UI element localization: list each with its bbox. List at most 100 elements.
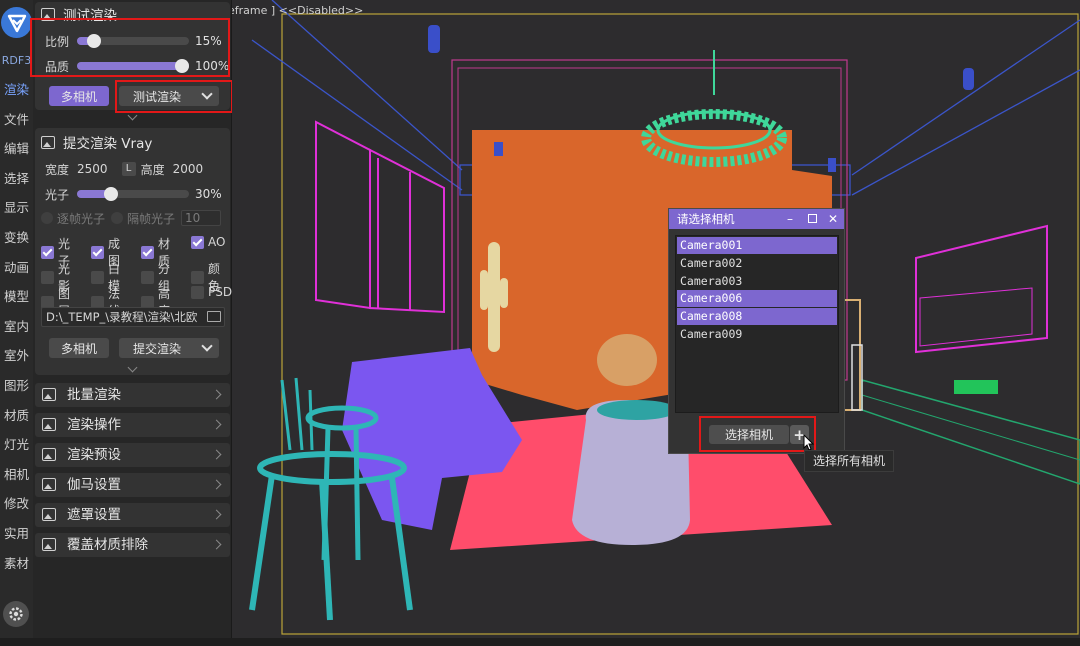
photon-slider-knob[interactable] <box>103 187 118 201</box>
collapsed-section-4[interactable]: 遮罩设置 <box>35 503 230 527</box>
checkbox-label: PSD <box>208 285 233 299</box>
vertical-tab-13[interactable]: 相机 <box>0 462 33 488</box>
render-panel: 测试渲染 比例 15% 品质 100% 多相机 测试渲染 提交渲染 Vray 宽… <box>30 0 233 638</box>
test-render-header[interactable]: 测试渲染 <box>41 3 117 25</box>
image-icon <box>41 135 55 149</box>
image-icon <box>41 7 55 21</box>
chevron-down-icon <box>201 340 213 352</box>
aspect-lock-toggle[interactable]: L <box>121 162 136 176</box>
camera-list-item[interactable]: Camera008 <box>677 308 837 326</box>
checkbox[interactable] <box>91 245 104 259</box>
vertical-tab-2[interactable]: 编辑 <box>0 136 33 162</box>
collapsed-section-title: 渲染预设 <box>67 447 121 463</box>
vertical-tab-9[interactable]: 室外 <box>0 343 33 369</box>
checkbox[interactable] <box>191 285 204 299</box>
vertical-tab-4[interactable]: 显示 <box>0 195 33 221</box>
radio-skip-frame[interactable] <box>111 212 124 224</box>
checkbox[interactable] <box>141 270 154 284</box>
chevron-right-icon <box>211 389 222 400</box>
quality-slider-knob[interactable] <box>175 59 189 73</box>
section-icon <box>42 388 56 401</box>
collapsed-section-3[interactable]: 伽马设置 <box>35 473 230 497</box>
camera-select-dialog: 请选择相机 – ✕ Camera001 Camera002 Camera003 Cam… <box>668 208 845 454</box>
width-label: 宽度 <box>45 162 70 177</box>
vertical-tab-1[interactable]: 文件 <box>0 107 33 133</box>
scale-slider[interactable] <box>77 34 189 48</box>
close-icon[interactable]: ✕ <box>828 209 838 229</box>
checkbox[interactable] <box>191 235 204 249</box>
collapsed-section-5[interactable]: 覆盖材质排除 <box>35 533 230 557</box>
vertical-tab-11[interactable]: 材质 <box>0 403 33 429</box>
vertical-tab-6[interactable]: 动画 <box>0 255 33 281</box>
chevron-right-icon <box>211 449 222 460</box>
vertical-tab-15[interactable]: 实用 <box>0 521 33 547</box>
chevron-down-icon <box>201 88 213 100</box>
vertical-tab-14[interactable]: 修改 <box>0 491 33 517</box>
width-value[interactable]: 2500 <box>77 162 108 176</box>
test-render-title: 测试渲染 <box>63 8 117 24</box>
checkbox-item[interactable]: AO <box>191 235 225 249</box>
multi-camera-button[interactable]: 多相机 <box>49 86 109 106</box>
quality-slider-fill <box>77 62 189 70</box>
camera-list-item[interactable]: Camera001 <box>677 237 837 254</box>
frame-step-input[interactable]: 10 <box>181 210 222 226</box>
viewport-label[interactable]: eframe ] <<Disabled>> <box>232 4 363 17</box>
vertical-tab-10[interactable]: 图形 <box>0 373 33 399</box>
camera-list-item[interactable]: Camera002 <box>677 255 837 272</box>
app-logo-icon[interactable] <box>1 7 32 38</box>
checkbox[interactable] <box>141 245 154 259</box>
checkbox-item[interactable]: PSD <box>191 285 232 299</box>
chevron-right-icon <box>211 419 222 430</box>
collapsed-section-1[interactable]: 渲染操作 <box>35 413 230 437</box>
output-path-field[interactable]: D:\_TEMP_\录教程\渲染\北欧 <box>41 307 225 327</box>
minimize-icon[interactable]: – <box>787 209 793 229</box>
select-all-tooltip: 选择所有相机 <box>804 450 895 472</box>
radio-every-frame[interactable] <box>41 212 53 224</box>
section-icon <box>42 508 56 521</box>
test-render-dropdown-label: 测试渲染 <box>133 89 182 104</box>
camera-list-item[interactable]: Camera006 <box>677 290 837 308</box>
collapsed-section-2[interactable]: 渲染预设 <box>35 443 230 467</box>
settings-gear-icon[interactable] <box>3 601 29 627</box>
vertical-tab-7[interactable]: 模型 <box>0 284 33 310</box>
camera-list-item[interactable]: Camera003 <box>677 273 837 290</box>
3d-viewport[interactable]: eframe ] <<Disabled>> <box>232 0 1080 638</box>
camera-list-item[interactable]: Camera009 <box>677 326 837 343</box>
photon-value: 30% <box>195 187 222 201</box>
radio-skip-frame-label: 隔帧光子 <box>127 211 176 226</box>
photon-slider[interactable] <box>77 187 189 201</box>
submit-multi-camera-button[interactable]: 多相机 <box>49 338 109 358</box>
scale-label: 比例 <box>45 34 70 49</box>
vertical-tab-8[interactable]: 室内 <box>0 314 33 340</box>
height-value[interactable]: 2000 <box>173 162 204 176</box>
scale-slider-knob[interactable] <box>86 34 101 48</box>
vertical-tab-3[interactable]: 选择 <box>0 166 33 192</box>
checkbox[interactable] <box>91 270 104 284</box>
collapse-chevron-icon[interactable] <box>127 110 138 121</box>
quality-slider[interactable] <box>77 59 189 73</box>
chevron-right-icon <box>211 539 222 550</box>
section-icon <box>42 538 56 551</box>
submit-render-header[interactable]: 提交渲染 Vray <box>41 131 152 153</box>
chevron-right-icon <box>211 479 222 490</box>
checkbox[interactable] <box>41 245 54 259</box>
checkbox-label: AO <box>208 235 226 249</box>
vertical-tab-16[interactable]: 素材 <box>0 551 33 577</box>
collapse-chevron-icon[interactable] <box>127 362 138 373</box>
scale-value: 15% <box>195 34 222 48</box>
checkbox[interactable] <box>191 270 204 284</box>
folder-icon[interactable] <box>207 311 221 322</box>
submit-render-title: 提交渲染 Vray <box>63 136 153 152</box>
collapsed-section-title: 遮罩设置 <box>67 507 121 523</box>
logo-text: RDF3 <box>1 54 32 67</box>
vertical-tab-12[interactable]: 灯光 <box>0 432 33 458</box>
maximize-icon[interactable] <box>808 209 818 229</box>
select-camera-button[interactable]: 选择相机 <box>709 425 789 444</box>
test-render-dropdown[interactable]: 测试渲染 <box>119 86 219 106</box>
submit-render-dropdown[interactable]: 提交渲染 <box>119 338 219 358</box>
checkbox[interactable] <box>41 270 54 284</box>
collapsed-section-0[interactable]: 批量渲染 <box>35 383 230 407</box>
camera-list[interactable]: Camera001 Camera002 Camera003 Camera006 Came… <box>675 235 839 413</box>
vertical-tab-0[interactable]: 渲染 <box>0 77 33 103</box>
vertical-tab-5[interactable]: 变换 <box>0 225 33 251</box>
